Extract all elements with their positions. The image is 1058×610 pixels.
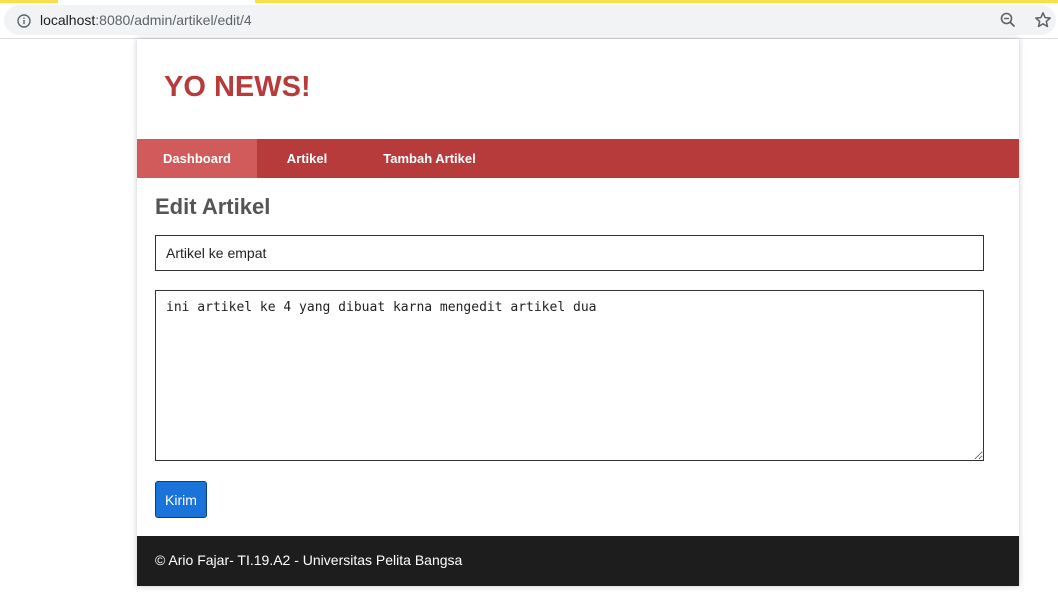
- main-content: Edit Artikel ini artikel ke 4 yang dibua…: [137, 178, 1019, 536]
- content-textarea[interactable]: ini artikel ke 4 yang dibuat karna menge…: [155, 290, 984, 461]
- loading-progress-strip: [0, 0, 1058, 3]
- site-header: YO NEWS!: [137, 39, 1019, 139]
- zoom-icon[interactable]: [1000, 12, 1016, 28]
- address-bar[interactable]: localhost:8080/admin/artikel/edit/4: [4, 5, 1056, 35]
- page-container: YO NEWS! Dashboard Artikel Tambah Artike…: [137, 39, 1019, 586]
- info-icon[interactable]: [17, 14, 31, 28]
- title-input[interactable]: [155, 235, 984, 271]
- nav-item-tambah-artikel[interactable]: Tambah Artikel: [357, 139, 502, 178]
- site-title: YO NEWS!: [164, 71, 311, 103]
- url-host: localhost: [40, 12, 96, 28]
- page-heading: Edit Artikel: [155, 194, 271, 219]
- footer-text: © Ario Fajar- TI.19.A2 - Universitas Pel…: [155, 552, 463, 568]
- url-path: :8080/admin/artikel/edit/4: [95, 12, 252, 28]
- url-text[interactable]: localhost:8080/admin/artikel/edit/4: [40, 11, 252, 29]
- main-nav: Dashboard Artikel Tambah Artikel: [137, 139, 1019, 178]
- nav-item-dashboard[interactable]: Dashboard: [137, 139, 257, 178]
- star-icon[interactable]: [1034, 11, 1052, 29]
- site-footer: © Ario Fajar- TI.19.A2 - Universitas Pel…: [137, 536, 1019, 586]
- nav-item-artikel[interactable]: Artikel: [257, 139, 357, 178]
- submit-button[interactable]: Kirim: [155, 481, 207, 518]
